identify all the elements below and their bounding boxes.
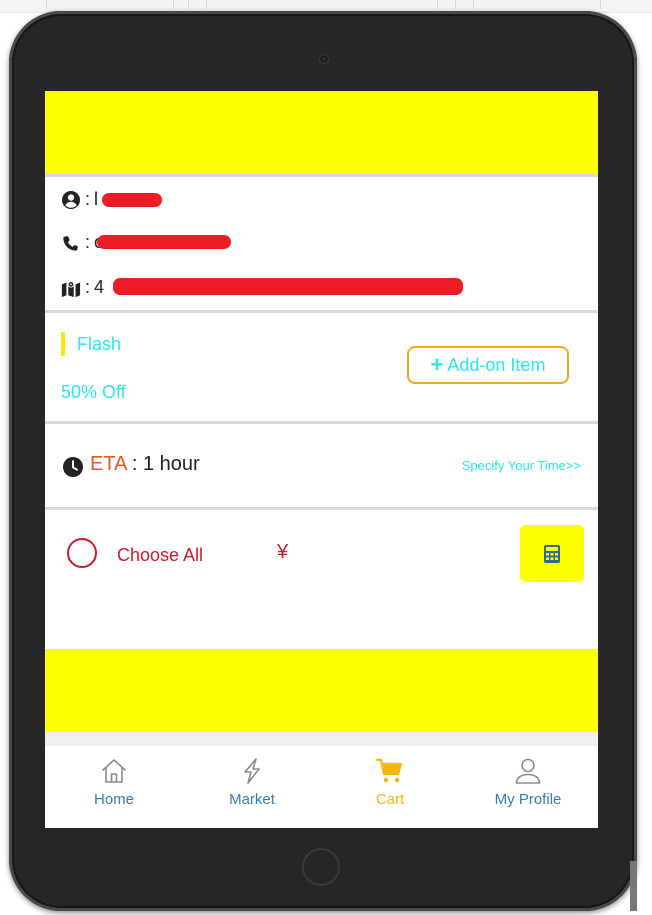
divider [600, 0, 601, 9]
address-text: 4 [94, 277, 105, 297]
tablet-frame: : l : c : 4 Flash 50% Off [9, 11, 637, 911]
divider [473, 0, 474, 9]
nav-label-market: Market [229, 791, 275, 808]
bottom-navigation: Home Market Cart My Profile [45, 746, 598, 828]
home-icon [102, 759, 126, 783]
cart-icon [375, 758, 403, 783]
promo-accent-bar [61, 332, 65, 356]
recipient-name: l [94, 189, 99, 209]
separator: : [85, 232, 91, 252]
total-currency: ¥ [277, 541, 289, 563]
redaction-mark [102, 193, 162, 207]
front-camera [319, 54, 329, 64]
map-pin-icon [61, 280, 81, 297]
specify-time-link[interactable]: Specify Your Time>> [462, 458, 581, 473]
divider [206, 0, 207, 9]
divider [45, 732, 598, 746]
divider [45, 507, 598, 510]
promo-title: Flash [77, 334, 122, 354]
nav-label-my-profile: My Profile [494, 791, 562, 808]
nav-item-my-profile[interactable]: My Profile [473, 756, 583, 808]
nav-item-home[interactable]: Home [59, 756, 169, 808]
choose-all-radio[interactable] [67, 538, 97, 568]
eta-value: : 1 hour [131, 453, 200, 475]
separator: : [85, 277, 91, 297]
calculator-icon [544, 544, 560, 563]
redaction-mark [113, 278, 463, 295]
clock-icon [63, 457, 83, 477]
divider [45, 174, 598, 177]
lightning-icon [244, 758, 260, 784]
nav-label-cart: Cart [375, 791, 405, 808]
user-circle-icon [62, 190, 80, 209]
choose-all-label[interactable]: Choose All [117, 545, 203, 566]
divider [45, 421, 598, 424]
eta-text: ETA : 1 hour [90, 453, 200, 476]
app-screen: : l : c : 4 Flash 50% Off [45, 91, 598, 828]
separator: : [85, 189, 91, 209]
calculate-button[interactable] [520, 525, 584, 582]
recipient-name-row[interactable]: : l [61, 189, 98, 210]
divider [45, 310, 598, 313]
add-on-item-button[interactable]: + Add-on Item [407, 346, 569, 384]
divider [188, 0, 189, 9]
frame-shadow [630, 861, 637, 911]
nav-label-home: Home [93, 791, 134, 808]
divider [437, 0, 438, 9]
add-on-item-label: Add-on Item [447, 354, 546, 375]
promo-discount: 50% Off [61, 382, 126, 402]
nav-item-cart[interactable]: Cart [335, 756, 445, 808]
divider [46, 0, 47, 9]
eta-label: ETA [90, 453, 127, 475]
home-hardware-button[interactable] [302, 848, 340, 886]
address-row[interactable]: : 4 [61, 277, 104, 298]
plus-icon: + [430, 352, 444, 377]
redaction-mark [97, 235, 231, 249]
nav-item-market[interactable]: Market [197, 756, 307, 808]
top-banner [45, 91, 598, 174]
divider [173, 0, 174, 9]
phone-icon [63, 235, 78, 251]
user-icon [515, 758, 541, 784]
divider [455, 0, 456, 9]
bottom-banner [45, 649, 598, 732]
